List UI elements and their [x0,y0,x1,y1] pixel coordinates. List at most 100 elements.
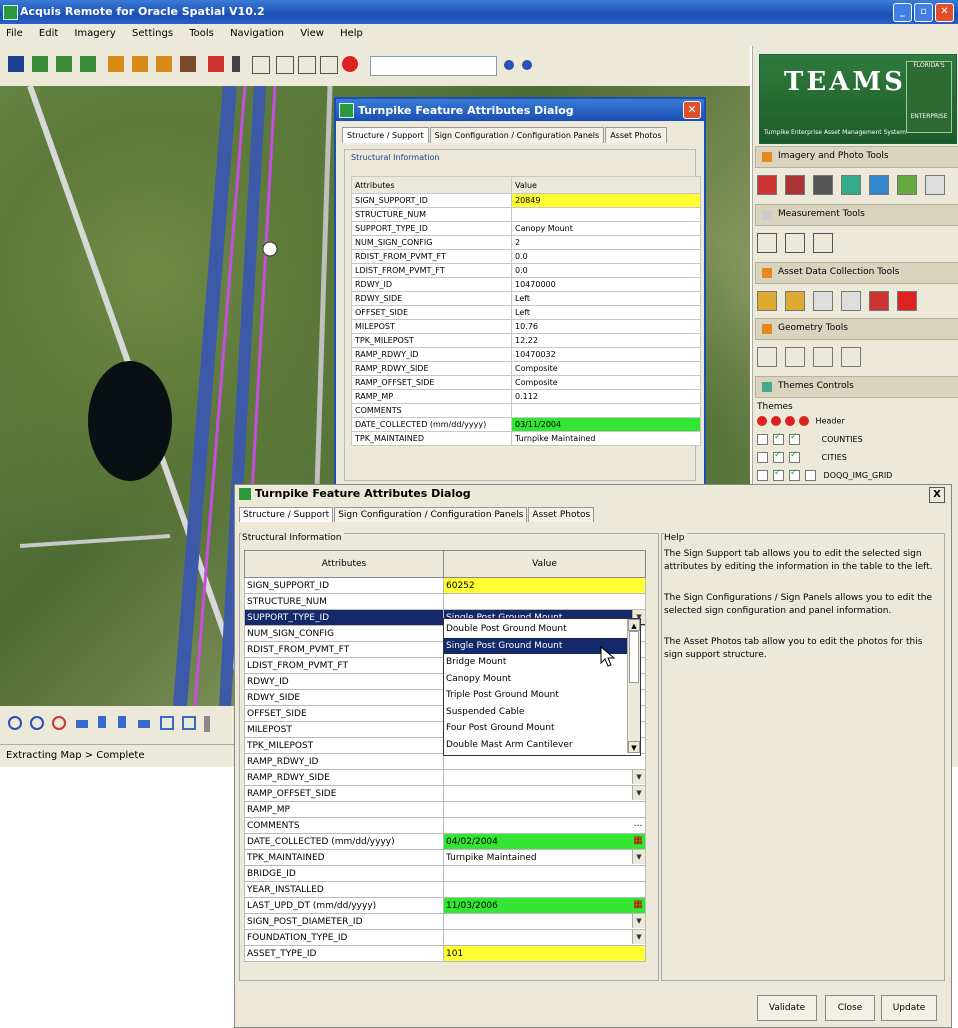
dropdown-option[interactable]: Suspended Cable [444,704,628,720]
bg-attribute-value[interactable]: Canopy Mount [511,221,701,236]
dropdown-scrollbar[interactable]: ▲ ▼ [627,619,640,753]
dropdown-arrow-icon[interactable]: ▼ [632,786,645,800]
tab-sign-configuration[interactable]: Sign Configuration / Configuration Panel… [429,127,605,143]
dropdown-option[interactable]: Triple Post Ground Mount [444,687,628,703]
table-row[interactable]: BRIDGE_ID [244,865,646,882]
theme-checkbox[interactable] [773,432,784,445]
attribute-value[interactable]: 101 [443,945,646,962]
bg-table-row[interactable]: OFFSET_SIDE Left [351,305,701,320]
maximize-button[interactable]: ▫ [914,3,933,22]
scroll-up-icon[interactable]: ▲ [628,619,640,631]
ellipsis-icon[interactable]: … [632,819,644,833]
bg-table-row[interactable]: COMMENTS [351,403,701,418]
pan-left-icon[interactable] [76,720,88,728]
theme-checkbox[interactable] [789,450,800,463]
photo-icon[interactable] [785,175,805,195]
camera-icon[interactable] [813,175,833,195]
attribute-value[interactable] [443,881,646,898]
bg-attribute-value[interactable]: Composite [511,375,701,390]
bg-col-value[interactable]: Value [511,176,701,194]
dropdown-arrow-icon[interactable]: ▼ [632,914,645,928]
tab-structure-support[interactable]: Structure / Support [239,507,334,522]
dropdown-go-icon[interactable] [522,60,532,70]
table-row[interactable]: COMMENTS… [244,817,646,834]
validate-button[interactable]: Validate [757,995,817,1021]
merge-icon[interactable] [841,347,861,367]
theme-checkbox[interactable] [757,434,768,445]
bg-attribute-value[interactable] [511,403,701,418]
table-row[interactable]: YEAR_INSTALLED [244,881,646,898]
ruler-icon[interactable] [757,233,777,253]
zoom-out-icon[interactable] [30,716,44,730]
bg-table-row[interactable]: DATE_COLLECTED (mm/dd/yyyy) 03/11/2004 [351,417,701,432]
attribute-value[interactable]: ▼ [443,913,646,930]
info-icon[interactable] [208,56,224,72]
go-icon[interactable] [504,60,514,70]
menu-view[interactable]: View [294,24,331,39]
bg-attribute-value[interactable]: 10.76 [511,319,701,334]
bg-attribute-value[interactable] [511,207,701,222]
bg-table-row[interactable]: NUM_SIGN_CONFIG 2 [351,235,701,250]
minimize-button[interactable]: _ [893,3,912,22]
attribute-value[interactable] [443,593,646,610]
bg-table-row[interactable]: RAMP_RDWY_SIDE Composite [351,361,701,376]
bg-dialog-close-button[interactable]: ✕ [683,101,701,119]
col-attributes[interactable]: Attributes [244,550,444,578]
pan-down-icon[interactable] [118,716,126,728]
table-row[interactable]: RAMP_OFFSET_SIDE ▼ [244,785,646,802]
link-icon[interactable] [813,291,833,311]
unlink-icon[interactable] [841,291,861,311]
table-row[interactable]: DATE_COLLECTED (mm/dd/yyyy) 04/02/2004 ▦ [244,833,646,850]
table-row[interactable]: ASSET_TYPE_ID 101 [244,945,646,962]
tab-sign-configuration[interactable]: Sign Configuration / Configuration Panel… [334,507,528,522]
attribute-value[interactable]: Turnpike Maintained ▼ [443,849,646,866]
themes-controls-header[interactable]: Themes Controls [755,376,958,398]
bg-attribute-value[interactable]: Left [511,291,701,306]
theme-checkbox[interactable] [757,452,768,463]
close-window-button[interactable]: ✕ [935,3,954,22]
calendar-icon[interactable]: ▦ [632,835,644,849]
vertex-icon[interactable] [757,347,777,367]
dropdown-option[interactable]: Canopy Mount [444,671,628,687]
bg-table-row[interactable]: TPK_MILEPOST 12.22 [351,333,701,348]
menu-settings[interactable]: Settings [126,24,180,39]
dropdown-arrow-icon[interactable]: ▼ [632,930,645,944]
save-icon[interactable] [8,56,24,72]
pan-right-icon[interactable] [138,720,150,728]
bg-attribute-value[interactable]: Left [511,305,701,320]
theme-checkbox[interactable] [789,468,800,481]
bg-table-row[interactable]: RDWY_SIDE Left [351,291,701,306]
attribute-value[interactable]: ▼ [443,769,646,786]
reshape-icon[interactable] [785,347,805,367]
attribute-value[interactable]: … [443,817,646,834]
bg-table-row[interactable]: RAMP_RDWY_ID 10470032 [351,347,701,362]
app-title-bar[interactable]: Acquis Remote for Oracle Spatial V10.2 _… [0,0,958,24]
undo-icon[interactable] [132,56,148,72]
layer-tool-icon[interactable] [32,56,48,72]
theme-checkbox[interactable] [805,453,814,462]
table-row[interactable]: SIGN_POST_DIAMETER_ID ▼ [244,913,646,930]
layer-icon[interactable] [897,175,917,195]
table-row[interactable]: STRUCTURE_NUM [244,593,646,610]
bg-attribute-value[interactable]: 03/11/2004 [511,417,701,432]
bg-attribute-value[interactable]: 0.112 [511,389,701,404]
back-icon[interactable] [160,716,174,730]
pointer-icon[interactable] [232,56,240,72]
col-value[interactable]: Value [443,550,646,578]
delete-icon[interactable] [897,291,917,311]
bg-attribute-value[interactable]: 10470000 [511,277,701,292]
dropdown-arrow-icon[interactable]: ▼ [632,770,645,784]
table-row[interactable]: FOUNDATION_TYPE_ID ▼ [244,929,646,946]
table-row[interactable]: RAMP_RDWY_SIDE ▼ [244,769,646,786]
split-icon[interactable] [813,347,833,367]
bg-attribute-value[interactable]: Turnpike Maintained [511,431,701,446]
bg-attribute-value[interactable]: 0.0 [511,263,701,278]
tab-asset-photos[interactable]: Asset Photos [605,127,667,143]
theme-checkbox[interactable] [773,468,784,481]
add-asset-icon[interactable] [757,291,777,311]
attribute-value[interactable]: ▼ [443,785,646,802]
grid-icon[interactable] [757,175,777,195]
menu-imagery[interactable]: Imagery [68,24,122,39]
attribute-value[interactable]: ▼ [443,929,646,946]
bg-table-row[interactable]: TPK_MAINTAINED Turnpike Maintained [351,431,701,446]
